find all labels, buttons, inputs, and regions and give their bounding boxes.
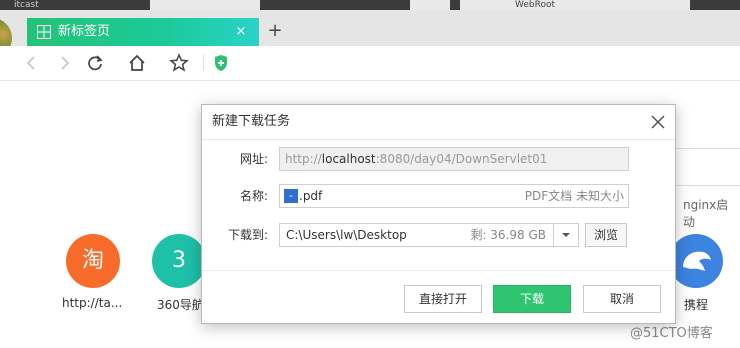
tile-360[interactable]: 3 [152, 234, 206, 288]
dialog-title: 新建下载任务 [212, 114, 291, 129]
tile-label: http://ta... [62, 296, 123, 310]
new-tab-button[interactable]: + [265, 20, 285, 42]
360-icon: 3 [172, 248, 186, 273]
background-window-label: WebRoot [460, 0, 690, 10]
tile-ctrip[interactable] [669, 234, 723, 288]
dialog-header: 新建下载任务 [202, 105, 675, 140]
filename-extension: .pdf [299, 189, 323, 203]
url-field[interactable]: http://localhost:8080/day04/DownServlet0… [279, 147, 629, 171]
tile-label: 携程 [684, 298, 709, 312]
forward-icon[interactable] [53, 52, 75, 74]
save-path-value: C:\Users\lw\Desktop [286, 228, 407, 242]
url-host: localhost [321, 152, 376, 166]
back-icon[interactable] [21, 52, 43, 74]
search-box-edge [668, 148, 740, 186]
background-windows-strip: itcast WebRoot [0, 0, 740, 10]
save-to-label: 下载到: [227, 228, 268, 242]
url-label: 网址: [239, 152, 268, 166]
save-path-select[interactable]: C:\Users\lw\Desktop 剩: 36.98 GB [279, 223, 579, 247]
cancel-button[interactable]: 取消 [583, 285, 661, 313]
toolbar [0, 46, 740, 81]
filename-selection: - [284, 189, 298, 203]
close-icon[interactable] [649, 113, 667, 131]
filename-field[interactable]: - .pdf PDF文档 未知大小 [279, 184, 629, 208]
reload-icon[interactable] [84, 52, 106, 74]
star-icon[interactable] [168, 52, 190, 74]
background-window [150, 0, 260, 10]
grid-icon [37, 25, 51, 39]
url-rest: :8080/day04/DownServlet01 [375, 152, 548, 166]
url-prefix: http:// [285, 152, 322, 166]
name-label: 名称: [239, 189, 268, 203]
download-button[interactable]: 下载 [493, 285, 571, 313]
new-download-dialog: 新建下载任务 网址: http://localhost:8080/day04/D… [201, 104, 676, 324]
watermark: @51CTO博客 [630, 326, 713, 341]
shield-icon[interactable] [210, 52, 232, 74]
path-dropdown-button[interactable] [553, 224, 578, 246]
browse-button[interactable]: 浏览 [585, 223, 627, 247]
tile-label: 360导航 [157, 298, 204, 312]
tab-new-tab[interactable]: 新标签页 × [27, 18, 259, 46]
tile-taobao[interactable]: 淘 [66, 234, 120, 288]
open-directly-button[interactable]: 直接打开 [404, 285, 482, 313]
toolbar-divider [203, 55, 204, 71]
dialog-divider [202, 270, 675, 271]
side-link[interactable]: nginx启动 [683, 196, 740, 230]
caret-down-icon [562, 233, 570, 237]
taobao-icon: 淘 [81, 248, 104, 273]
background-window [410, 0, 450, 10]
file-type-size: PDF文档 未知大小 [524, 189, 624, 203]
background-window-label: itcast [14, 0, 39, 10]
free-space: 剩: 36.98 GB [470, 228, 546, 242]
home-icon[interactable] [126, 52, 148, 74]
tab-title: 新标签页 [58, 24, 111, 39]
close-tab-icon[interactable]: × [233, 24, 249, 40]
dolphin-icon [683, 251, 711, 271]
